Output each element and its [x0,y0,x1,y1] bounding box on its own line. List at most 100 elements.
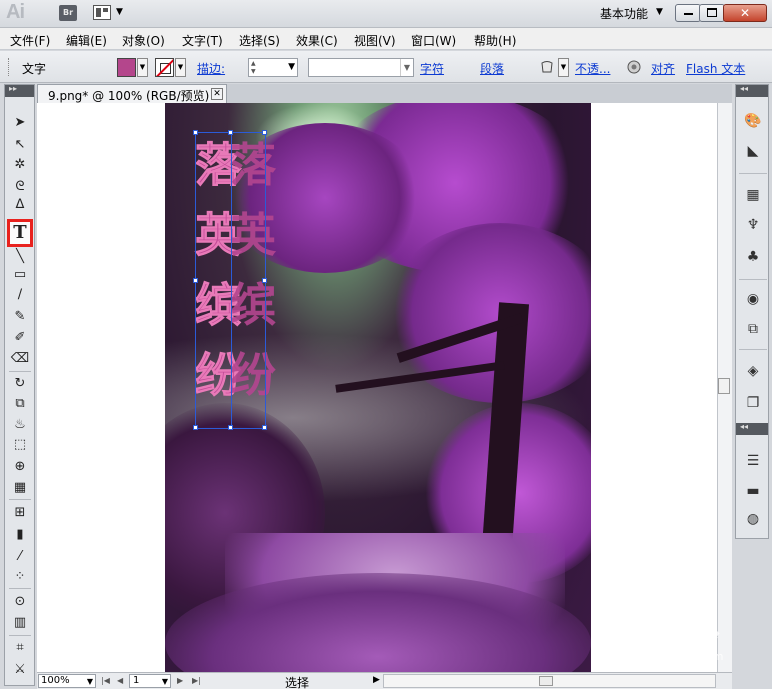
perspective-grid-tool-icon[interactable]: ▦ [9,478,31,498]
rotate-tool-icon[interactable]: ↻ [9,374,31,394]
resize-handle[interactable] [193,130,198,135]
tools-panel-header[interactable]: ▸▸ [5,84,34,97]
color-guide-icon[interactable]: ◣ [743,141,763,161]
arrange-documents-icon[interactable] [93,5,111,20]
artboard-tool-icon[interactable]: ⌗ [9,638,31,658]
graphic-styles-icon[interactable]: ⧉ [743,319,763,339]
pen-tool-icon[interactable]: ᐃ [9,195,31,215]
chevron-down-icon[interactable]: ▼ [400,59,413,76]
page-field[interactable]: 1 ▼ [129,674,171,688]
close-tab-icon[interactable]: ✕ [211,88,223,100]
resize-handle[interactable] [193,425,198,430]
chevron-down-icon[interactable]: ▼ [656,7,663,17]
warp-tool-icon[interactable]: ♨ [9,415,31,435]
resize-handle[interactable] [193,278,198,283]
type-tool-icon[interactable]: T [7,219,33,247]
collapse-icon[interactable]: ▸▸ [9,84,17,93]
text-bounding-box[interactable] [193,130,267,430]
graphic-style-dropdown[interactable]: ▼ [558,58,569,77]
resize-handle[interactable] [262,130,267,135]
mesh-tool-icon[interactable]: ⊞ [9,503,31,523]
appearance-icon[interactable]: ◉ [743,289,763,309]
collapse-icon[interactable]: ◂◂ [740,422,748,431]
symbol-sprayer-tool-icon[interactable]: ⊙ [9,592,31,612]
next-page-icon[interactable]: ▶ [177,676,183,685]
first-page-icon[interactable]: |◀ [101,676,110,685]
menu-view[interactable]: 视图(V) [354,32,396,49]
menu-window[interactable]: 窗口(W) [411,32,456,49]
column-graph-tool-icon[interactable]: ▥ [9,613,31,633]
selection-tool-icon[interactable]: ➤ [9,113,31,133]
paragraph-link[interactable]: 段落 [480,60,504,77]
document-tab[interactable]: 9.png* @ 100% (RGB/预览) ✕ [37,84,227,103]
font-family-field[interactable]: ▼ [308,58,414,77]
dock-header[interactable]: ◂◂ [736,84,768,97]
close-button[interactable]: ✕ [723,4,767,22]
magic-wand-tool-icon[interactable]: ✲ [9,155,31,175]
menu-object[interactable]: 对象(O) [122,32,165,49]
last-page-icon[interactable]: ▶| [192,676,201,685]
menu-file[interactable]: 文件(F) [10,32,50,49]
graphic-style-icon[interactable] [540,60,554,74]
bridge-button[interactable]: Br [59,5,77,21]
menu-select[interactable]: 选择(S) [239,32,280,49]
resize-handle[interactable] [262,278,267,283]
slice-tool-icon[interactable]: ⚔ [9,660,31,680]
minimize-button[interactable] [675,4,701,22]
resize-handle[interactable] [262,425,267,430]
lasso-tool-icon[interactable]: ᘓ [9,177,31,197]
zoom-field[interactable]: 100% ▼ [38,674,96,688]
stroke-link[interactable]: 描边: [197,60,225,77]
horizontal-scrollbar[interactable] [383,674,716,688]
menu-type[interactable]: 文字(T) [182,32,223,49]
workspace-switcher[interactable]: 基本功能 [600,5,648,22]
blob-brush-tool-icon[interactable]: ✐ [9,328,31,348]
current-tool-status[interactable]: 选择 [285,674,309,689]
free-transform-tool-icon[interactable]: ⬚ [9,435,31,455]
gradient-tool-icon[interactable]: ▮ [9,525,31,545]
scale-tool-icon[interactable]: ⧉ [9,394,31,414]
gradient-panel-icon[interactable]: ▬ [743,481,763,501]
blend-tool-icon[interactable]: ⁘ [9,567,31,587]
stroke-color-swatch[interactable] [155,58,174,77]
align-link[interactable]: 对齐 [651,60,675,77]
panel-grip[interactable] [8,58,11,76]
menu-effect[interactable]: 效果(C) [296,32,338,49]
menu-edit[interactable]: 编辑(E) [66,32,107,49]
resize-handle[interactable] [228,425,233,430]
artboards-icon[interactable]: ❐ [743,393,763,413]
flash-text-link[interactable]: Flash 文本 [686,60,745,77]
brushes-icon[interactable]: ♆ [743,215,763,235]
eraser-tool-icon[interactable]: ⌫ [9,349,31,369]
fill-dropdown[interactable]: ▼ [137,58,148,77]
pencil-tool-icon[interactable]: ✎ [9,307,31,327]
chevron-down-icon[interactable]: ▼ [288,62,295,72]
color-panel-icon[interactable]: 🎨 [743,111,763,131]
opacity-link[interactable]: 不透... [575,60,610,77]
menu-help[interactable]: 帮助(H) [474,32,516,49]
spinner-arrows-icon[interactable]: ▲ ▼ [251,60,256,76]
prev-page-icon[interactable]: ◀ [117,676,123,685]
transparency-icon[interactable]: ◍ [743,509,763,529]
direct-selection-tool-icon[interactable]: ↖ [9,135,31,155]
recolor-artwork-icon[interactable] [627,60,641,74]
stroke-weight-field[interactable]: ▲ ▼ ▼ [248,58,298,77]
chevron-down-icon[interactable]: ▼ [87,676,93,688]
paintbrush-tool-icon[interactable]: ∕ [9,285,31,305]
horizontal-scroll-thumb[interactable] [539,676,553,686]
resize-handle[interactable] [228,130,233,135]
vertical-scroll-thumb[interactable] [718,378,730,394]
stroke-dropdown[interactable]: ▼ [175,58,186,77]
dock-header[interactable]: ◂◂ [736,422,768,435]
line-tool-icon[interactable]: ╲ [9,247,31,267]
maximize-button[interactable] [699,4,725,22]
stroke-panel-icon[interactable]: ☰ [743,451,763,471]
layers-icon[interactable]: ◈ [743,361,763,381]
character-link[interactable]: 字符 [420,60,444,77]
eyedropper-tool-icon[interactable]: ⁄ [9,547,31,567]
swatches-icon[interactable]: ▦ [743,185,763,205]
shape-builder-tool-icon[interactable]: ⊕ [9,457,31,477]
chevron-down-icon[interactable]: ▼ [116,7,123,17]
fill-color-swatch[interactable] [117,58,136,77]
symbols-icon[interactable]: ♣ [743,247,763,267]
